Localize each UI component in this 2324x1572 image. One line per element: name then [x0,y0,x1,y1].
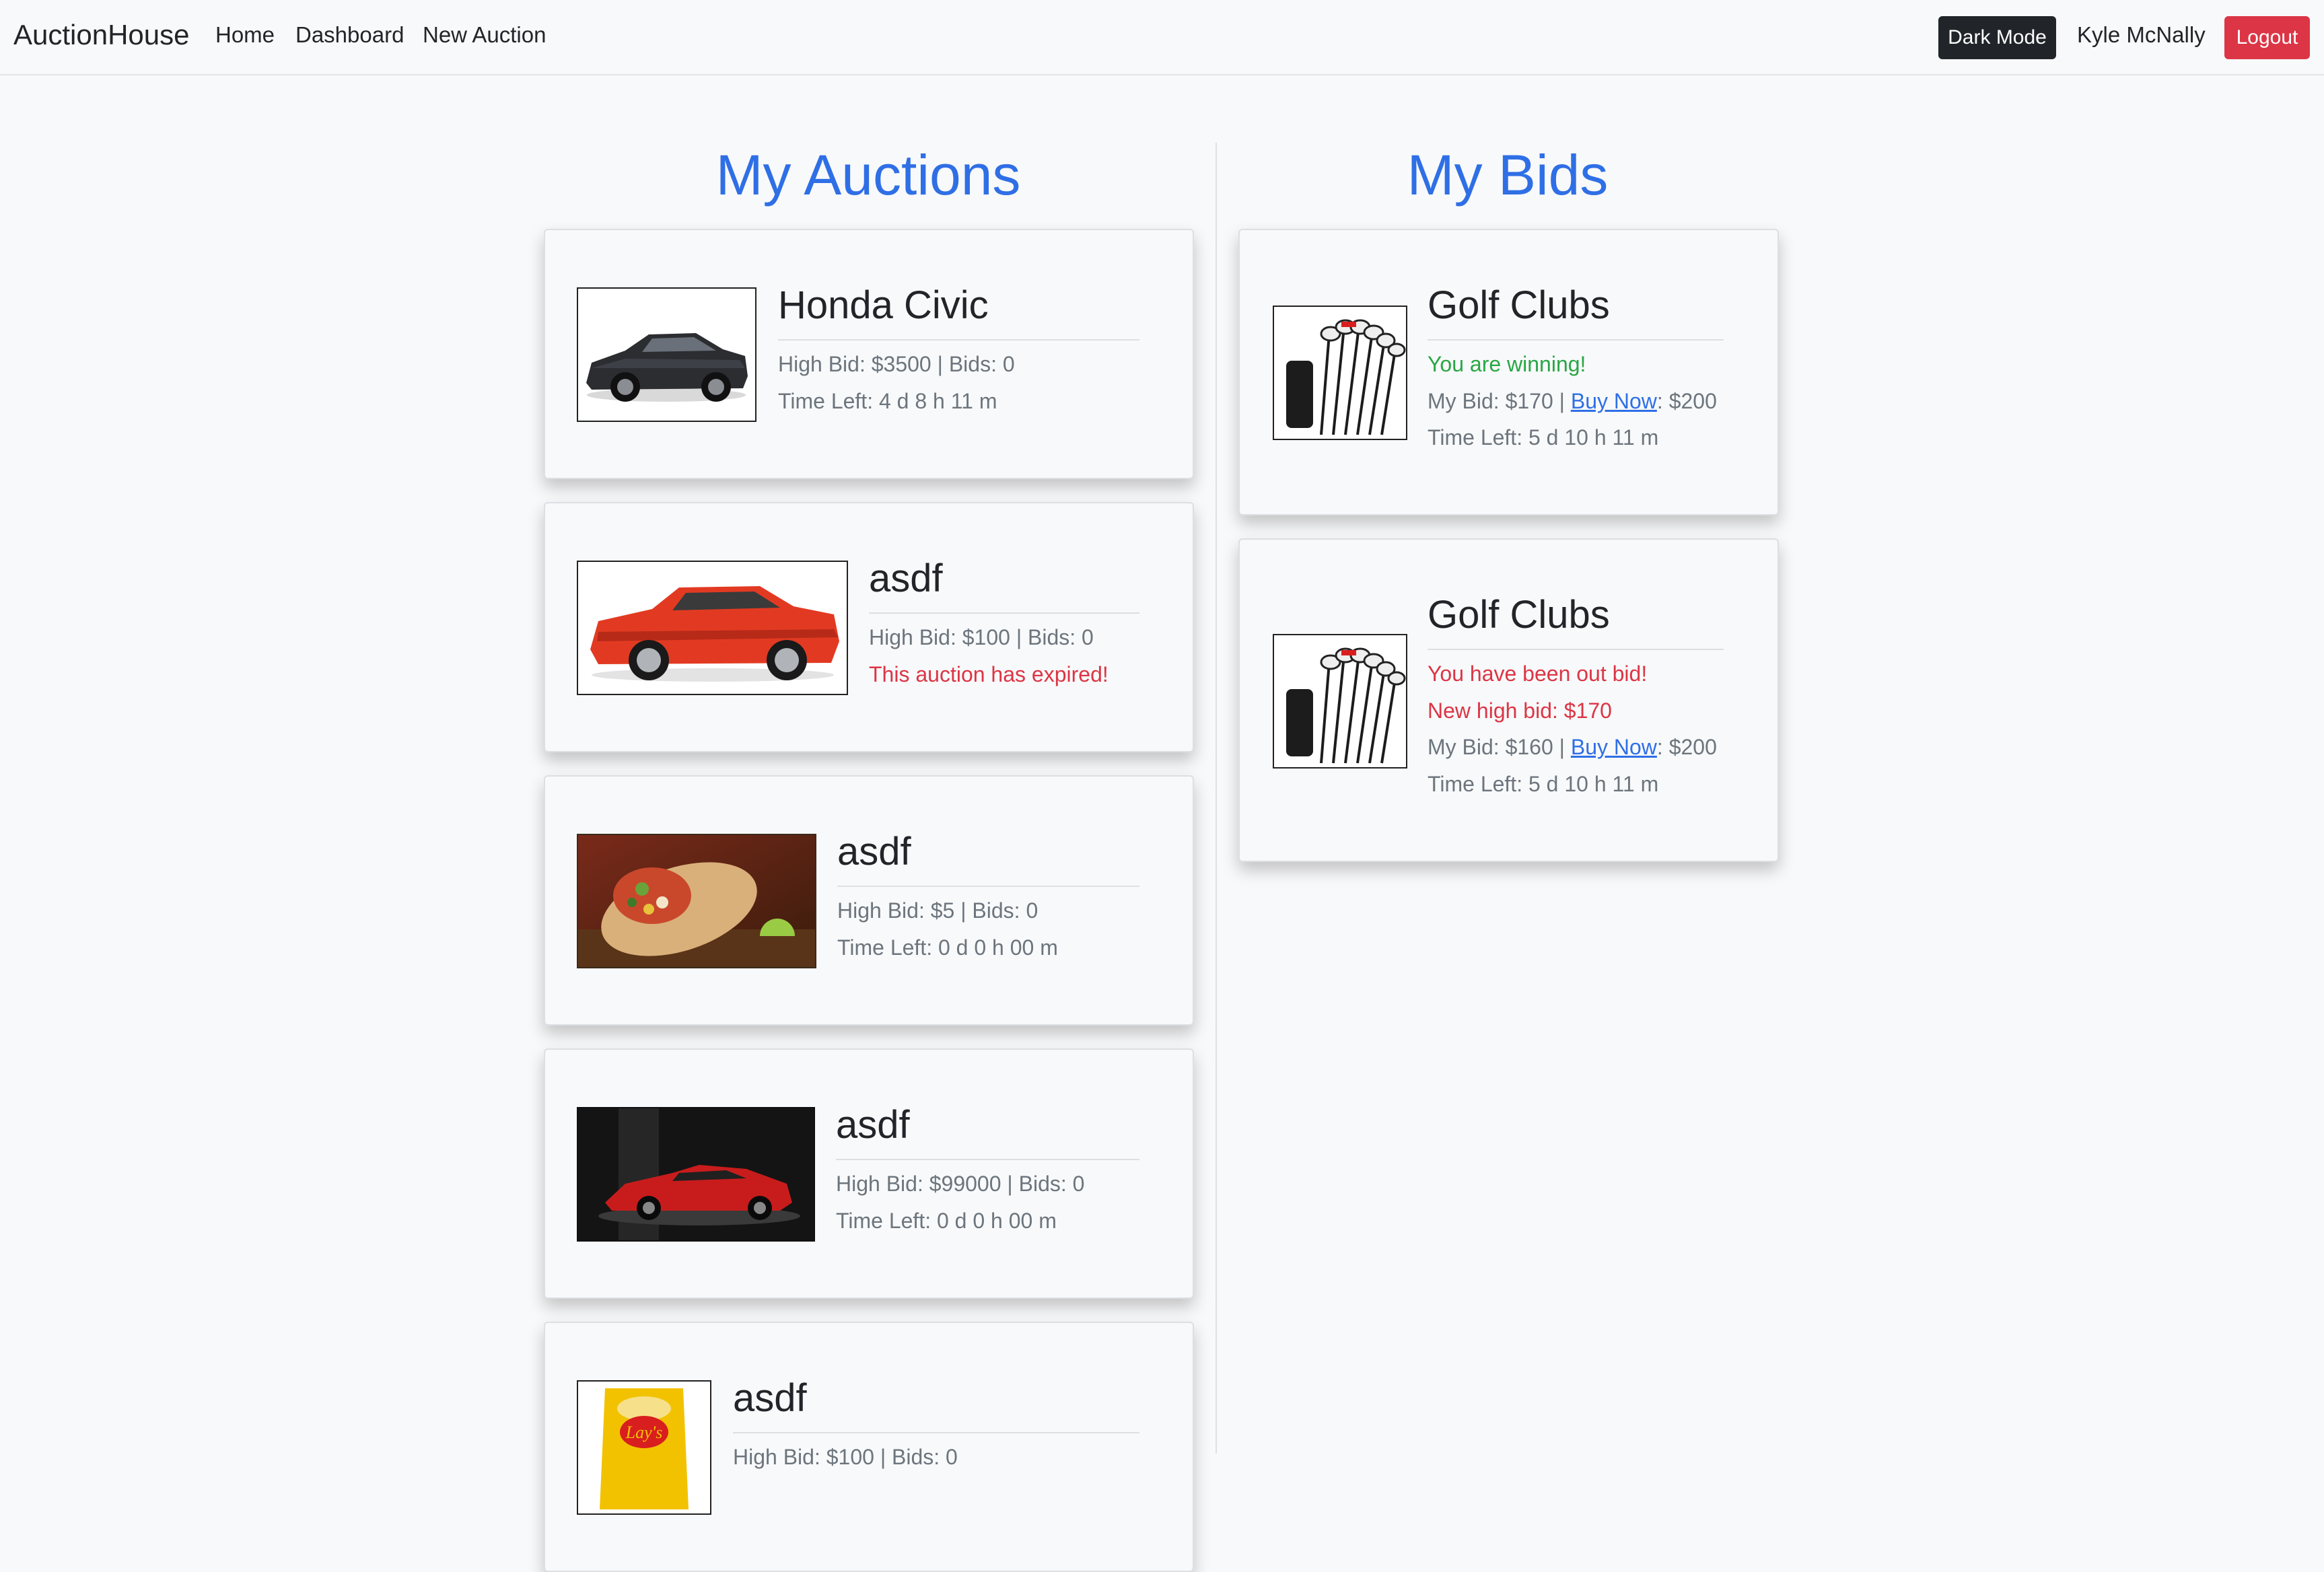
brand-link[interactable]: AuctionHouse [13,19,190,51]
black-sedan-image [577,287,756,422]
bid-card[interactable]: Golf Clubs You are winning! My Bid: $170… [1238,229,1779,515]
auction-title[interactable]: Honda Civic [778,284,989,327]
buy-now-price: : $200 [1656,389,1717,413]
auction-card[interactable]: Honda Civic High Bid: $3500 | Bids: 0 Ti… [544,229,1194,479]
auction-high-bid: High Bid: $100 | Bids: 0 [733,1445,958,1469]
column-divider [1216,143,1217,1454]
auction-high-bid: High Bid: $5 | Bids: 0 [837,898,1038,923]
golf-clubs-image [1273,306,1407,440]
burrito-image [577,834,816,968]
my-bid-amount: My Bid: $170 | [1428,389,1571,413]
auction-high-bid: High Bid: $100 | Bids: 0 [869,625,1094,649]
chips-bag-image: Lay's [577,1380,711,1515]
bid-title[interactable]: Golf Clubs [1428,284,1610,327]
red-sports-car-image [577,1107,815,1242]
dark-mode-button[interactable]: Dark Mode [1938,16,2056,59]
my-auctions-heading: My Auctions [715,143,1021,207]
auction-time-left: Time Left: 4 d 8 h 11 m [778,389,997,413]
nav-link-home[interactable]: Home [215,22,275,48]
golf-clubs-image [1273,634,1407,769]
bid-status-winning: You are winning! [1428,352,1586,376]
auction-card[interactable]: asdf High Bid: $100 | Bids: 0 This aucti… [544,502,1194,752]
title-divider [778,339,1139,341]
my-bid-amount: My Bid: $160 | [1428,735,1571,759]
bid-time-left: Time Left: 5 d 10 h 11 m [1428,772,1659,796]
my-bid-line: My Bid: $160 | Buy Now: $200 [1428,734,1717,760]
auction-card[interactable]: asdf High Bid: $99000 | Bids: 0 Time Lef… [544,1048,1194,1299]
buy-now-link[interactable]: Buy Now [1571,389,1657,413]
nav-link-dashboard[interactable]: Dashboard [295,22,404,48]
my-bids-heading: My Bids [1407,143,1609,207]
auction-high-bid: High Bid: $99000 | Bids: 0 [836,1172,1085,1196]
title-divider [1428,649,1724,650]
title-divider [837,886,1139,887]
auction-title[interactable]: asdf [837,830,911,873]
bid-status-outbid: You have been out bid! [1428,662,1648,686]
bid-card[interactable]: Golf Clubs You have been out bid! New hi… [1238,538,1779,862]
new-high-bid: New high bid: $170 [1428,699,1612,723]
my-bid-line: My Bid: $170 | Buy Now: $200 [1428,388,1717,415]
auction-title[interactable]: asdf [733,1377,807,1420]
navbar: AuctionHouse Home Dashboard New Auction … [0,0,2324,75]
orange-muscle-car-image [577,561,848,695]
auction-expired-message: This auction has expired! [869,662,1108,686]
auction-card[interactable]: Lay's asdf High Bid: $100 | Bids: 0 [544,1322,1194,1572]
auction-title[interactable]: asdf [836,1104,910,1147]
bid-title[interactable]: Golf Clubs [1428,594,1610,637]
nav-link-new-auction[interactable]: New Auction [423,22,546,48]
title-divider [1428,339,1724,341]
buy-now-price: : $200 [1656,735,1717,759]
auction-high-bid: High Bid: $3500 | Bids: 0 [778,352,1015,376]
title-divider [733,1432,1139,1433]
svg-text:Lay's: Lay's [625,1423,663,1442]
auction-time-left: Time Left: 0 d 0 h 00 m [837,935,1058,960]
title-divider [836,1159,1139,1160]
auction-title[interactable]: asdf [869,557,943,600]
logout-button[interactable]: Logout [2224,16,2310,59]
auction-time-left: Time Left: 0 d 0 h 00 m [836,1209,1057,1233]
auction-card[interactable]: asdf High Bid: $5 | Bids: 0 Time Left: 0… [544,775,1194,1026]
title-divider [869,612,1139,614]
user-name[interactable]: Kyle McNally [2077,22,2206,48]
buy-now-link[interactable]: Buy Now [1571,735,1657,759]
bid-time-left: Time Left: 5 d 10 h 11 m [1428,425,1659,450]
